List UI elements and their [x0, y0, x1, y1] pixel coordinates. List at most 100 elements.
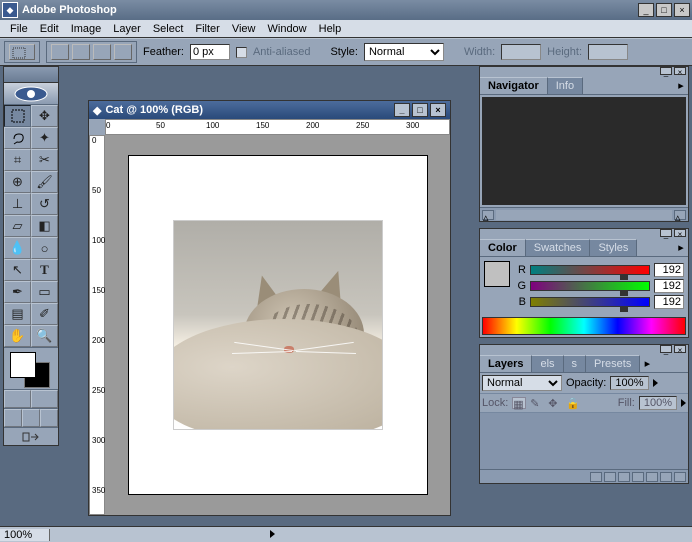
jump-to-button[interactable]	[4, 427, 58, 445]
panel-close-icon[interactable]: ×	[674, 67, 686, 75]
tab-navigator[interactable]: Navigator	[480, 77, 548, 94]
menu-filter[interactable]: Filter	[189, 21, 225, 37]
minimize-button[interactable]: _	[638, 3, 654, 17]
navigator-thumbnail[interactable]	[482, 97, 686, 205]
tool-heal[interactable]: ⊕	[4, 171, 31, 193]
zoom-field[interactable]: 100%	[0, 529, 50, 541]
tool-path[interactable]: ↖	[4, 259, 31, 281]
panel-menu-icon[interactable]: ▸	[674, 77, 688, 94]
menu-file[interactable]: File	[4, 21, 34, 37]
screen-fullmenu[interactable]	[22, 409, 40, 427]
tool-eyedrop[interactable]: ✐	[31, 303, 58, 325]
tool-eraser[interactable]: ▱	[4, 215, 31, 237]
menu-select[interactable]: Select	[147, 21, 190, 37]
tool-stamp[interactable]: ⊥	[4, 193, 31, 215]
layer-fx-icon[interactable]	[604, 472, 616, 482]
r-input[interactable]	[654, 263, 684, 277]
tab-info[interactable]: Info	[548, 77, 583, 94]
ruler-vertical[interactable]: 0 50 100 150 200 250 300 350	[89, 135, 105, 515]
tool-preset-icon[interactable]	[9, 44, 35, 60]
tool-zoom[interactable]: 🔍	[31, 325, 58, 347]
b-slider[interactable]	[530, 297, 650, 307]
tab-color[interactable]: Color	[480, 239, 526, 256]
opacity-flyout-icon[interactable]	[653, 379, 658, 387]
panel-close-icon[interactable]: ×	[674, 229, 686, 237]
layer-adjust-icon[interactable]	[646, 472, 658, 482]
tab-presets[interactable]: Presets	[586, 355, 640, 372]
close-button[interactable]: ×	[674, 3, 690, 17]
tool-gradient[interactable]: ◧	[31, 215, 58, 237]
status-flyout-icon[interactable]	[270, 529, 275, 541]
r-slider[interactable]	[530, 265, 650, 275]
layer-mask-icon[interactable]	[618, 472, 630, 482]
layer-trash-icon[interactable]	[674, 472, 686, 482]
tool-notes[interactable]: ▤	[4, 303, 31, 325]
tool-blur[interactable]: 💧	[4, 237, 31, 259]
selection-sub-icon[interactable]	[93, 44, 111, 60]
tool-dodge[interactable]: ○	[31, 237, 58, 259]
tab-paths[interactable]: s	[564, 355, 587, 372]
panel-min-icon[interactable]: _	[660, 345, 672, 353]
edit-standard-mode[interactable]	[4, 390, 31, 408]
tool-wand[interactable]: ✦	[31, 127, 58, 149]
tool-lasso[interactable]	[4, 127, 31, 149]
tool-shape[interactable]: ▭	[31, 281, 58, 303]
menu-edit[interactable]: Edit	[34, 21, 65, 37]
b-input[interactable]	[654, 295, 684, 309]
layer-link-icon[interactable]	[590, 472, 602, 482]
tab-layers[interactable]: Layers	[480, 355, 532, 372]
layer-new-icon[interactable]	[660, 472, 672, 482]
tool-history[interactable]: ↺	[31, 193, 58, 215]
panel-min-icon[interactable]: _	[660, 67, 672, 75]
tool-move[interactable]: ✥	[31, 105, 58, 127]
panel-menu-icon[interactable]: ▸	[674, 239, 688, 256]
tab-styles[interactable]: Styles	[590, 239, 637, 256]
menu-help[interactable]: Help	[313, 21, 348, 37]
tool-crop[interactable]: ⌗	[4, 149, 31, 171]
doc-minimize-button[interactable]: _	[394, 103, 410, 117]
screen-standard[interactable]	[4, 409, 22, 427]
menu-layer[interactable]: Layer	[107, 21, 147, 37]
edit-quickmask-mode[interactable]	[31, 390, 58, 408]
tool-slice[interactable]: ✂	[31, 149, 58, 171]
blend-mode-select[interactable]: Normal	[482, 375, 562, 391]
tool-brush[interactable]: 🖌	[31, 171, 58, 193]
tool-marquee[interactable]	[4, 105, 31, 127]
nav-zoomin-icon[interactable]: ▵	[674, 210, 686, 220]
lock-paint-icon[interactable]: ✎	[530, 397, 544, 409]
selection-new-icon[interactable]	[51, 44, 69, 60]
style-select[interactable]: Normal	[364, 43, 444, 61]
menu-image[interactable]: Image	[65, 21, 108, 37]
tool-pen[interactable]: ✒	[4, 281, 31, 303]
menu-window[interactable]: Window	[262, 21, 313, 37]
canvas-area[interactable]	[105, 135, 450, 515]
panel-min-icon[interactable]: _	[660, 229, 672, 237]
menu-view[interactable]: View	[226, 21, 262, 37]
color-preview-swatch[interactable]	[484, 261, 510, 287]
selection-add-icon[interactable]	[72, 44, 90, 60]
g-slider[interactable]	[530, 281, 650, 291]
doc-maximize-button[interactable]: □	[412, 103, 428, 117]
doc-close-button[interactable]: ×	[430, 103, 446, 117]
panel-menu-icon[interactable]: ▸	[640, 355, 654, 372]
selection-intersect-icon[interactable]	[114, 44, 132, 60]
ruler-horizontal[interactable]: 0 50 100 150 200 250 300	[105, 119, 450, 135]
g-input[interactable]	[654, 279, 684, 293]
nav-zoomout-icon[interactable]: ▵	[482, 210, 494, 220]
lock-all-icon[interactable]: 🔒	[566, 397, 580, 409]
lock-move-icon[interactable]: ✥	[548, 397, 562, 409]
panel-close-icon[interactable]: ×	[674, 345, 686, 353]
color-spectrum[interactable]	[482, 317, 686, 335]
fill-flyout-icon[interactable]	[681, 399, 686, 407]
maximize-button[interactable]: □	[656, 3, 672, 17]
layer-folder-icon[interactable]	[632, 472, 644, 482]
toolbox-header[interactable]	[4, 67, 58, 83]
document-titlebar[interactable]: ◆ Cat @ 100% (RGB) _ □ ×	[89, 101, 450, 119]
tab-swatches[interactable]: Swatches	[526, 239, 591, 256]
feather-input[interactable]	[190, 44, 230, 60]
tab-channels[interactable]: els	[532, 355, 563, 372]
lock-trans-icon[interactable]: ▦	[512, 397, 526, 409]
tool-hand[interactable]: ✋	[4, 325, 31, 347]
tool-type[interactable]: T	[31, 259, 58, 281]
foreground-color-swatch[interactable]	[10, 352, 36, 378]
